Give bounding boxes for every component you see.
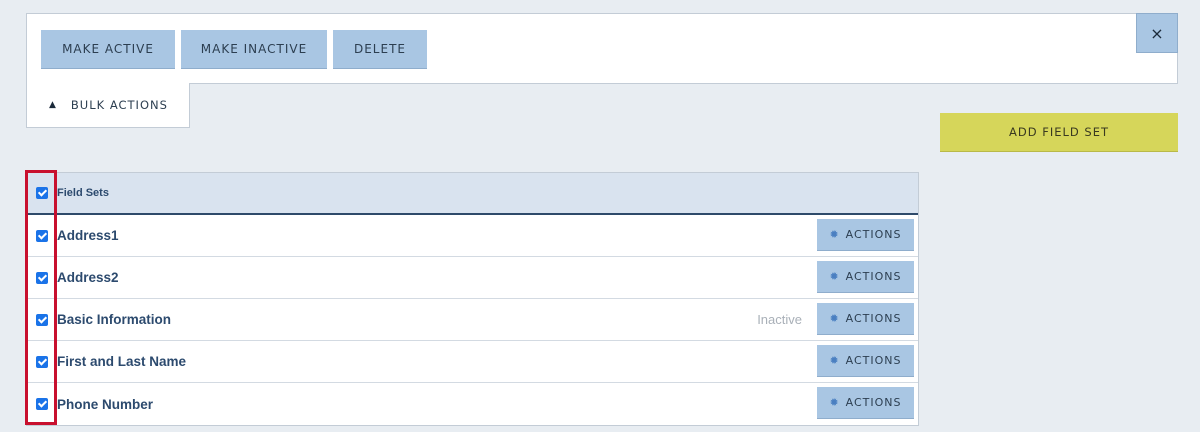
add-field-set-button[interactable]: ADD FIELD SET: [940, 113, 1178, 152]
table-row: First and Last Name ✹ ACTIONS: [27, 341, 918, 383]
table-header: Field Sets: [27, 173, 918, 215]
row-checkbox[interactable]: [36, 398, 48, 410]
gear-icon: ✹: [829, 270, 840, 283]
field-set-name[interactable]: Phone Number: [57, 397, 153, 412]
table-row: Address2 ✹ ACTIONS: [27, 257, 918, 299]
row-checkbox[interactable]: [36, 313, 48, 326]
triangle-up-icon: ▲: [49, 100, 57, 110]
field-set-name[interactable]: Address2: [57, 270, 119, 285]
actions-button[interactable]: ✹ ACTIONS: [817, 261, 914, 293]
select-all-checkbox[interactable]: [36, 187, 48, 199]
make-active-button[interactable]: MAKE ACTIVE: [41, 30, 175, 69]
bulk-actions-toggle[interactable]: ▲ BULK ACTIONS: [26, 83, 190, 128]
actions-label: ACTIONS: [845, 354, 902, 367]
field-sets-table: Field Sets Address1 ✹ ACTIONS Address2 ✹ ACTI…: [26, 172, 919, 426]
table-row: Address1 ✹ ACTIONS: [27, 215, 918, 257]
gear-icon: ✹: [829, 354, 840, 367]
actions-button[interactable]: ✹ ACTIONS: [817, 303, 914, 335]
status-label: Inactive: [757, 312, 802, 327]
actions-button[interactable]: ✹ ACTIONS: [817, 387, 914, 419]
row-checkbox[interactable]: [36, 355, 48, 368]
gear-icon: ✹: [829, 228, 840, 241]
table-row: Basic Information Inactive ✹ ACTIONS: [27, 299, 918, 341]
field-set-name[interactable]: First and Last Name: [57, 354, 186, 369]
actions-button[interactable]: ✹ ACTIONS: [817, 345, 914, 377]
table-header-label: Field Sets: [57, 187, 109, 199]
gear-icon: ✹: [829, 396, 840, 409]
make-inactive-button[interactable]: MAKE INACTIVE: [181, 30, 327, 69]
row-checkbox[interactable]: [36, 271, 48, 284]
field-set-name[interactable]: Address1: [57, 228, 119, 243]
actions-label: ACTIONS: [845, 312, 902, 325]
row-checkbox[interactable]: [36, 229, 48, 242]
close-button[interactable]: ×: [1136, 13, 1178, 53]
bulk-actions-label: BULK ACTIONS: [70, 98, 168, 112]
actions-label: ACTIONS: [845, 396, 902, 409]
bulk-actions-panel: MAKE ACTIVE MAKE INACTIVE DELETE ×: [26, 13, 1178, 84]
field-set-name[interactable]: Basic Information: [57, 312, 171, 327]
gear-icon: ✹: [829, 312, 840, 325]
table-row: Phone Number ✹ ACTIONS: [27, 383, 918, 425]
actions-button[interactable]: ✹ ACTIONS: [817, 219, 914, 251]
delete-button[interactable]: DELETE: [333, 30, 427, 69]
actions-label: ACTIONS: [845, 270, 902, 283]
actions-label: ACTIONS: [845, 228, 902, 241]
